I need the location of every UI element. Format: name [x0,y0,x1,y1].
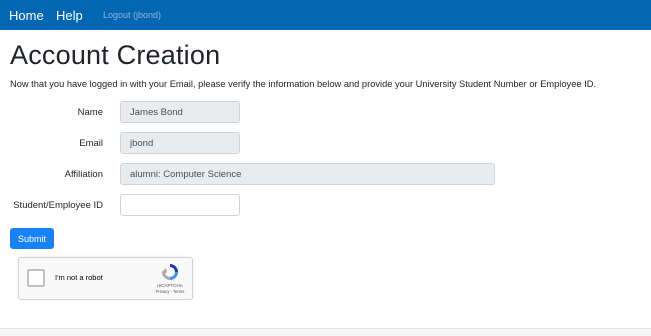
affiliation-field[interactable] [120,163,495,185]
name-label: Name [77,107,103,118]
nav-help-link[interactable]: Help [56,8,83,23]
affiliation-label: Affiliation [64,169,103,180]
student-id-label: Student/Employee ID [13,200,103,211]
email-label: Email [79,138,103,149]
nav-logout-link[interactable]: Logout (jbond) [103,10,161,20]
recaptcha-brand: reCAPTCHA [157,283,183,288]
student-id-input[interactable] [120,194,240,216]
email-field[interactable] [120,132,240,154]
student-id-row: Student/Employee ID [0,194,651,218]
recaptcha-label: I'm not a robot [55,273,103,282]
nav-home-link[interactable]: Home [9,8,44,23]
submit-button[interactable]: Submit [10,228,54,249]
recaptcha-logo-icon [160,262,180,282]
recaptcha-checkbox[interactable] [27,269,45,287]
name-row: Name [0,101,651,125]
intro-text: Now that you have logged in with your Em… [10,79,596,89]
name-field[interactable] [120,101,240,123]
affiliation-row: Affiliation [0,163,651,187]
page-title: Account Creation [10,40,221,70]
email-row: Email [0,132,651,156]
recaptcha-terms-link[interactable]: Privacy - Terms [149,289,191,294]
recaptcha-widget: I'm not a robot reCAPTCHA Privacy - Term… [18,257,193,300]
top-navbar: Home Help Logout (jbond) [0,0,651,30]
